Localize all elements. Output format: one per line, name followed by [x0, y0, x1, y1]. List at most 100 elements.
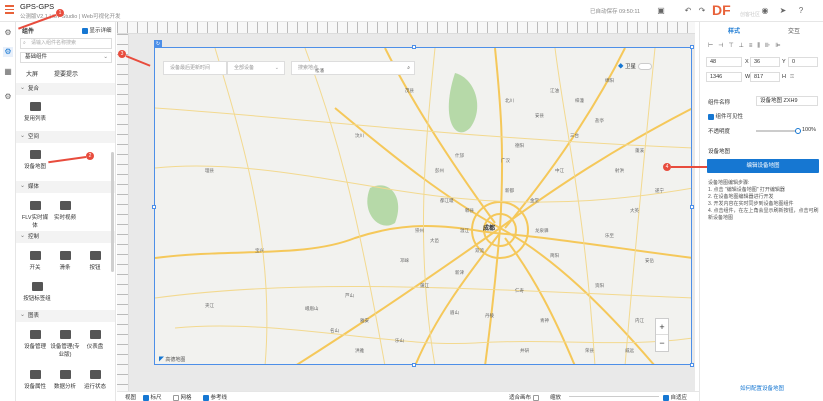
component-switch[interactable]: 开关: [20, 251, 50, 271]
city-label: 荣县: [585, 348, 594, 353]
component-live-video[interactable]: 实时视频: [50, 201, 80, 221]
left-panel-scrollbar[interactable]: [111, 152, 114, 272]
menu-icon[interactable]: [5, 5, 14, 14]
component-device-map[interactable]: 设备地图: [20, 150, 50, 170]
place-search-input[interactable]: 搜索地点 ⌕: [291, 61, 415, 75]
city-label: 温江: [460, 228, 469, 233]
fit-canvas-button[interactable]: 适合画布: [509, 393, 539, 401]
satellite-toggle[interactable]: ◆ 卫星: [618, 62, 652, 71]
city-label: 什邡: [455, 153, 464, 158]
visibility-toggle[interactable]: 组件可见性: [708, 112, 743, 120]
show-detail-toggle[interactable]: 显示详细: [82, 26, 112, 34]
satellite-switch[interactable]: [637, 63, 652, 71]
component-device-attr[interactable]: 设备属性: [20, 370, 50, 390]
preview-icon[interactable]: ◉: [760, 6, 770, 16]
component-slider[interactable]: 滑条: [50, 251, 80, 271]
section-space[interactable]: 空间: [16, 130, 115, 143]
help-link[interactable]: 如何配置设备地图: [740, 384, 784, 392]
component-device-manage[interactable]: 设备管理: [20, 330, 50, 350]
opacity-slider[interactable]: [756, 128, 801, 134]
component-data-analysis[interactable]: 数据分析: [50, 370, 80, 390]
edit-device-map-button[interactable]: 编辑设备地图: [707, 159, 819, 173]
section-control[interactable]: 控制: [16, 230, 115, 243]
zoom-out-button[interactable]: −: [656, 335, 668, 351]
help-icon[interactable]: ?: [796, 6, 806, 16]
y-input[interactable]: 36: [750, 57, 780, 67]
city-label: 盐亭: [595, 118, 604, 123]
city-label: 夹江: [205, 303, 214, 308]
refresh-icon[interactable]: ↻: [154, 40, 162, 48]
component-label: 开关: [29, 265, 41, 271]
grid-toggle[interactable]: 网格: [173, 393, 192, 401]
annotation-arrow: [671, 166, 707, 168]
component-run-status[interactable]: 运行状态: [80, 370, 110, 390]
section-composite[interactable]: 复合: [16, 82, 115, 95]
tab-tips[interactable]: 提要提示: [54, 69, 78, 78]
components-icon[interactable]: ⚙: [3, 47, 13, 57]
city-label: 松潘: [315, 68, 324, 73]
align-toolbar[interactable]: ⊢⊣⊤⊥≡⫼⊪⊫: [708, 42, 820, 50]
device-time-input[interactable]: 设备最后更新时间: [163, 61, 227, 75]
ruler-toggle[interactable]: 标尺: [143, 393, 162, 401]
city-label: 郫县: [465, 208, 474, 213]
device-select[interactable]: 全部设备 ⌄: [227, 61, 285, 75]
section-media[interactable]: 媒体: [16, 180, 115, 193]
analysis-icon: [59, 370, 71, 379]
component-device-manage-pro[interactable]: 设备管理(专业版): [50, 330, 80, 358]
guide-toggle[interactable]: 参考线: [203, 393, 227, 401]
properties-panel: 样式 交互 ⊢⊣⊤⊥≡⫼⊪⊫ 48 X 36 Y 0 1346 W 817 H …: [699, 22, 823, 401]
publish-icon[interactable]: ➤: [778, 6, 788, 16]
component-search-input[interactable]: ⌕ 请输入组件名称搜索: [20, 38, 112, 49]
search-icon[interactable]: ⌕: [407, 62, 410, 74]
pages-icon[interactable]: ▦: [3, 67, 13, 77]
city-label: 威远: [625, 348, 634, 353]
tab-style[interactable]: 样式: [728, 26, 740, 35]
zoom-slider[interactable]: [569, 396, 659, 397]
save-icon[interactable]: ▣: [656, 6, 666, 16]
rotation-input[interactable]: 0: [788, 57, 818, 67]
redo-icon[interactable]: ↷: [697, 6, 707, 16]
component-reuse-list[interactable]: 复用列表: [20, 102, 50, 122]
data-icon[interactable]: ⚙: [3, 92, 13, 102]
component-gauge[interactable]: 仪表盘: [80, 330, 110, 350]
height-input[interactable]: 817: [750, 72, 780, 82]
undo-icon[interactable]: ↶: [683, 6, 693, 16]
city-label: 峨眉山: [305, 306, 319, 311]
city-label: 绵阳: [605, 78, 614, 83]
tab-dashboard[interactable]: 大屏: [26, 69, 38, 78]
category-select[interactable]: 基础组件 ⌄: [20, 52, 112, 63]
city-label: 资阳: [595, 283, 604, 288]
x-input[interactable]: 48: [706, 57, 742, 67]
auto-fit-toggle[interactable]: 自适应: [663, 393, 687, 401]
city-label: 乐山: [395, 338, 404, 343]
component-flv[interactable]: FLV实时媒体: [20, 201, 50, 229]
section-chart[interactable]: 图表: [16, 309, 115, 322]
help-title: 设备地图编辑步骤:: [708, 180, 750, 186]
button-icon: [89, 251, 101, 260]
resize-handle[interactable]: [412, 45, 416, 49]
device-map[interactable]: 设备最后更新时间 全部设备 ⌄ 搜索地点 ⌕ ◆ 卫星 成都 绵阳 德阳 广汉 什邡…: [154, 47, 692, 365]
resize-handle[interactable]: [690, 45, 694, 49]
lock-icon[interactable]: ⚿: [790, 74, 794, 81]
list-icon: [29, 102, 41, 111]
map-attribution-text: 高德地图: [165, 357, 186, 363]
width-input[interactable]: 1346: [706, 72, 742, 82]
resize-handle[interactable]: [152, 205, 156, 209]
component-label: 按钮: [89, 265, 101, 271]
city-label: 彭州: [435, 168, 444, 173]
city-label: 安县: [535, 113, 544, 118]
city-label: 井研: [520, 348, 529, 353]
opacity-slider-handle[interactable]: [795, 128, 801, 134]
component-label: 设备管理(专业版): [50, 344, 80, 358]
chevron-down-icon: ⌄: [103, 54, 108, 60]
settings-icon[interactable]: ⚙: [3, 28, 13, 38]
tab-interaction[interactable]: 交互: [788, 26, 800, 35]
component-button-group[interactable]: 按钮标签组: [20, 282, 54, 302]
resize-handle[interactable]: [412, 363, 416, 367]
component-button[interactable]: 按钮: [80, 251, 110, 271]
resize-handle[interactable]: [690, 363, 694, 367]
resize-handle[interactable]: [690, 205, 694, 209]
zoom-in-button[interactable]: +: [656, 319, 668, 335]
switch-icon: [29, 251, 41, 260]
component-name-input[interactable]: 设备地图 ZXH9: [756, 96, 818, 106]
